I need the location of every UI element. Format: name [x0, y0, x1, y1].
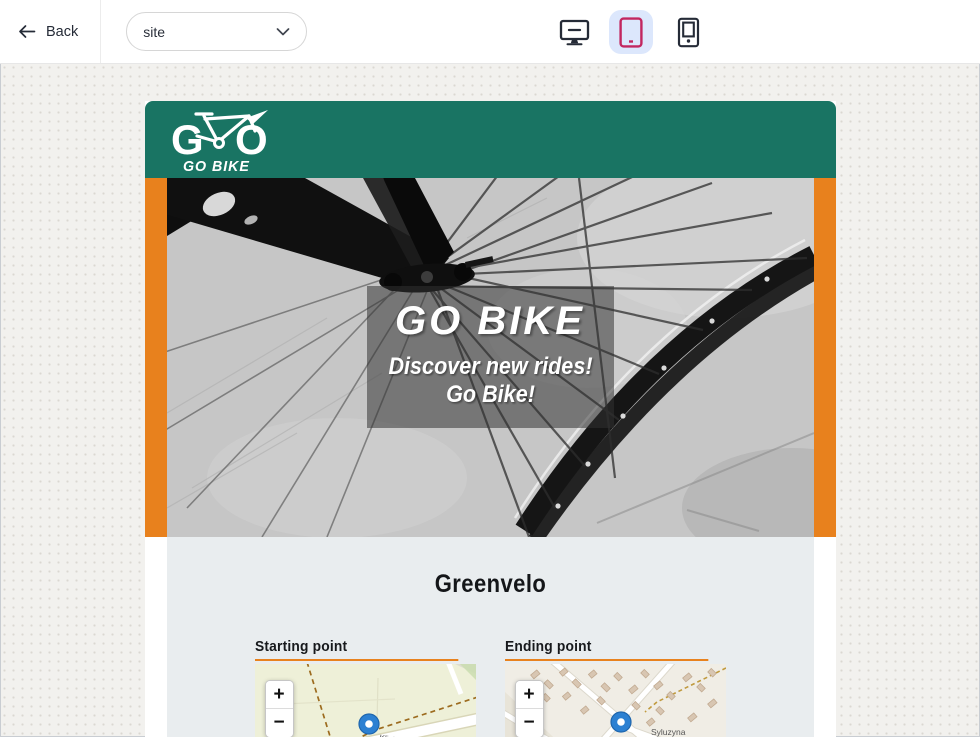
preview-canvas: G O GO BIKE	[0, 64, 980, 737]
device-switcher	[552, 0, 710, 64]
page-selector-dropdown[interactable]: site	[126, 12, 307, 51]
map-marker	[359, 714, 379, 734]
hero-tagline-line2: Go Bike!	[379, 381, 601, 409]
starting-point-column: Starting point	[255, 638, 476, 737]
mobile-icon	[677, 17, 700, 48]
hero-title: GO BIKE	[367, 299, 614, 344]
app-window: Back site	[0, 0, 980, 737]
starting-point-map[interactable]: Klinkiero + −	[255, 664, 476, 737]
svg-text:G: G	[171, 116, 204, 155]
zoom-out-button[interactable]: −	[516, 709, 543, 737]
starting-point-label: Starting point	[255, 638, 458, 661]
section-heading: Greenvelo	[205, 570, 774, 599]
back-button[interactable]: Back	[18, 24, 78, 40]
route-columns: Starting point	[255, 638, 726, 737]
zoom-in-button[interactable]: +	[266, 681, 293, 709]
logo-wordmark: GO BIKE	[183, 158, 803, 175]
hero-image: GO BIKE Discover new rides! Go Bike!	[167, 178, 814, 537]
toolbar-divider	[100, 0, 101, 63]
ending-point-label: Ending point	[505, 638, 708, 661]
toolbar: Back site	[0, 0, 980, 64]
hero-tagline-line1: Discover new rides!	[379, 353, 601, 381]
back-arrow-icon	[18, 24, 36, 39]
tablet-icon	[619, 17, 643, 48]
svg-text:O: O	[235, 116, 268, 155]
route-section: Greenvelo Starting point	[167, 537, 814, 737]
page-selector-value: site	[143, 24, 165, 40]
device-desktop-button[interactable]	[552, 10, 596, 54]
ending-point-map[interactable]: Syluzyna + −	[505, 664, 726, 737]
device-mobile-button[interactable]	[666, 10, 710, 54]
zoom-out-button[interactable]: −	[266, 709, 293, 737]
hero-overlay: GO BIKE Discover new rides! Go Bike!	[367, 286, 614, 428]
zoom-in-button[interactable]: +	[516, 681, 543, 709]
desktop-icon	[559, 19, 590, 46]
map-zoom-control: + −	[265, 680, 294, 737]
site-preview: G O GO BIKE	[145, 101, 836, 737]
chevron-down-icon	[276, 28, 290, 36]
hero-section: GO BIKE Discover new rides! Go Bike!	[145, 178, 836, 537]
map-zoom-control: + −	[515, 680, 544, 737]
map-marker	[611, 712, 631, 732]
place-label: Syluzyna	[651, 727, 686, 737]
hero-tagline: Discover new rides! Go Bike!	[379, 353, 601, 408]
ending-point-column: Ending point	[505, 638, 726, 737]
site-header: G O GO BIKE	[145, 101, 836, 178]
device-tablet-button[interactable]	[609, 10, 653, 54]
back-label: Back	[46, 24, 78, 40]
bike-logo-icon: G O	[169, 109, 279, 155]
